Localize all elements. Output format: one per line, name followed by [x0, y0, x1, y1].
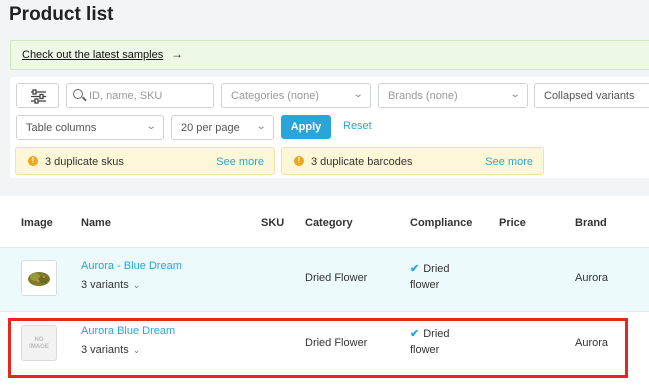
see-more-link[interactable]: See more: [485, 156, 533, 168]
no-image-text: NO IMAGE: [29, 337, 49, 350]
no-image-placeholder[interactable]: NO IMAGE: [21, 325, 57, 361]
chevron-down-icon: ⌄: [145, 121, 157, 132]
compliance-cell: ✔ Dried flower: [410, 263, 450, 291]
brand-cell: Aurora: [575, 272, 609, 284]
compliance-cell: ✔ Dried flower: [410, 328, 450, 356]
search-input[interactable]: ID, name, SKU: [66, 83, 214, 108]
product-name-link[interactable]: Aurora Blue Dream: [81, 325, 175, 337]
filter-settings-button[interactable]: [16, 83, 59, 108]
filter-panel: ID, name, SKU Categories (none) ⌄ Brands…: [10, 77, 649, 178]
per-page-select[interactable]: 20 per page ⌄: [171, 115, 274, 140]
category-cell: Dried Flower: [305, 337, 368, 349]
table-columns-select[interactable]: Table columns ⌄: [16, 115, 164, 140]
page-title: Product list: [9, 4, 114, 25]
samples-banner: Check out the latest samples →: [10, 40, 649, 70]
category-cell: Dried Flower: [305, 272, 368, 284]
column-header-category[interactable]: Category: [305, 217, 353, 229]
see-more-link[interactable]: See more: [216, 156, 264, 168]
table-row[interactable]: Aurora - Blue Dream 3 variants ⌄ Dried Fl…: [0, 248, 649, 312]
column-header-sku[interactable]: SKU: [261, 217, 284, 229]
sliders-icon: [31, 89, 46, 104]
variants-toggle[interactable]: 3 variants ⌄: [81, 279, 140, 291]
samples-link[interactable]: Check out the latest samples: [22, 49, 163, 61]
reset-link[interactable]: Reset: [343, 120, 372, 132]
brand-cell: Aurora: [575, 337, 609, 349]
column-header-image[interactable]: Image: [21, 217, 53, 229]
duplicate-skus-warning: ! 3 duplicate skus See more: [15, 147, 275, 175]
search-icon: [73, 89, 83, 99]
chevron-down-icon: ⌄: [255, 121, 267, 132]
brands-select[interactable]: Brands (none) ⌄: [378, 83, 528, 108]
column-header-brand[interactable]: Brand: [575, 217, 607, 229]
variants-mode-select[interactable]: Collapsed variants: [534, 83, 649, 108]
product-name-link[interactable]: Aurora - Blue Dream: [81, 260, 182, 272]
variants-toggle[interactable]: 3 variants ⌄: [81, 344, 140, 356]
product-thumbnail[interactable]: [21, 260, 57, 296]
check-icon: ✔: [410, 328, 420, 340]
column-header-name[interactable]: Name: [81, 217, 111, 229]
duplicate-barcodes-warning: ! 3 duplicate barcodes See more: [281, 147, 544, 175]
apply-button[interactable]: Apply: [281, 115, 331, 139]
column-header-price[interactable]: Price: [499, 217, 526, 229]
cannabis-bud-image: [22, 261, 56, 295]
chevron-down-icon: ⌄: [132, 345, 141, 355]
chevron-down-icon: ⌄: [509, 89, 521, 100]
check-icon: ✔: [410, 263, 420, 275]
warning-icon: !: [28, 156, 38, 166]
search-placeholder: ID, name, SKU: [89, 90, 163, 102]
chevron-down-icon: ⌄: [132, 280, 141, 290]
chevron-down-icon: ⌄: [352, 89, 364, 100]
table-row[interactable]: NO IMAGE Aurora Blue Dream 3 variants ⌄ Dr…: [0, 313, 649, 377]
product-table: Image Name SKU Category Compliance Price…: [0, 196, 649, 389]
warning-icon: !: [294, 156, 304, 166]
column-header-compliance[interactable]: Compliance: [410, 217, 472, 229]
categories-select[interactable]: Categories (none) ⌄: [221, 83, 371, 108]
arrow-right-icon[interactable]: →: [171, 47, 183, 61]
